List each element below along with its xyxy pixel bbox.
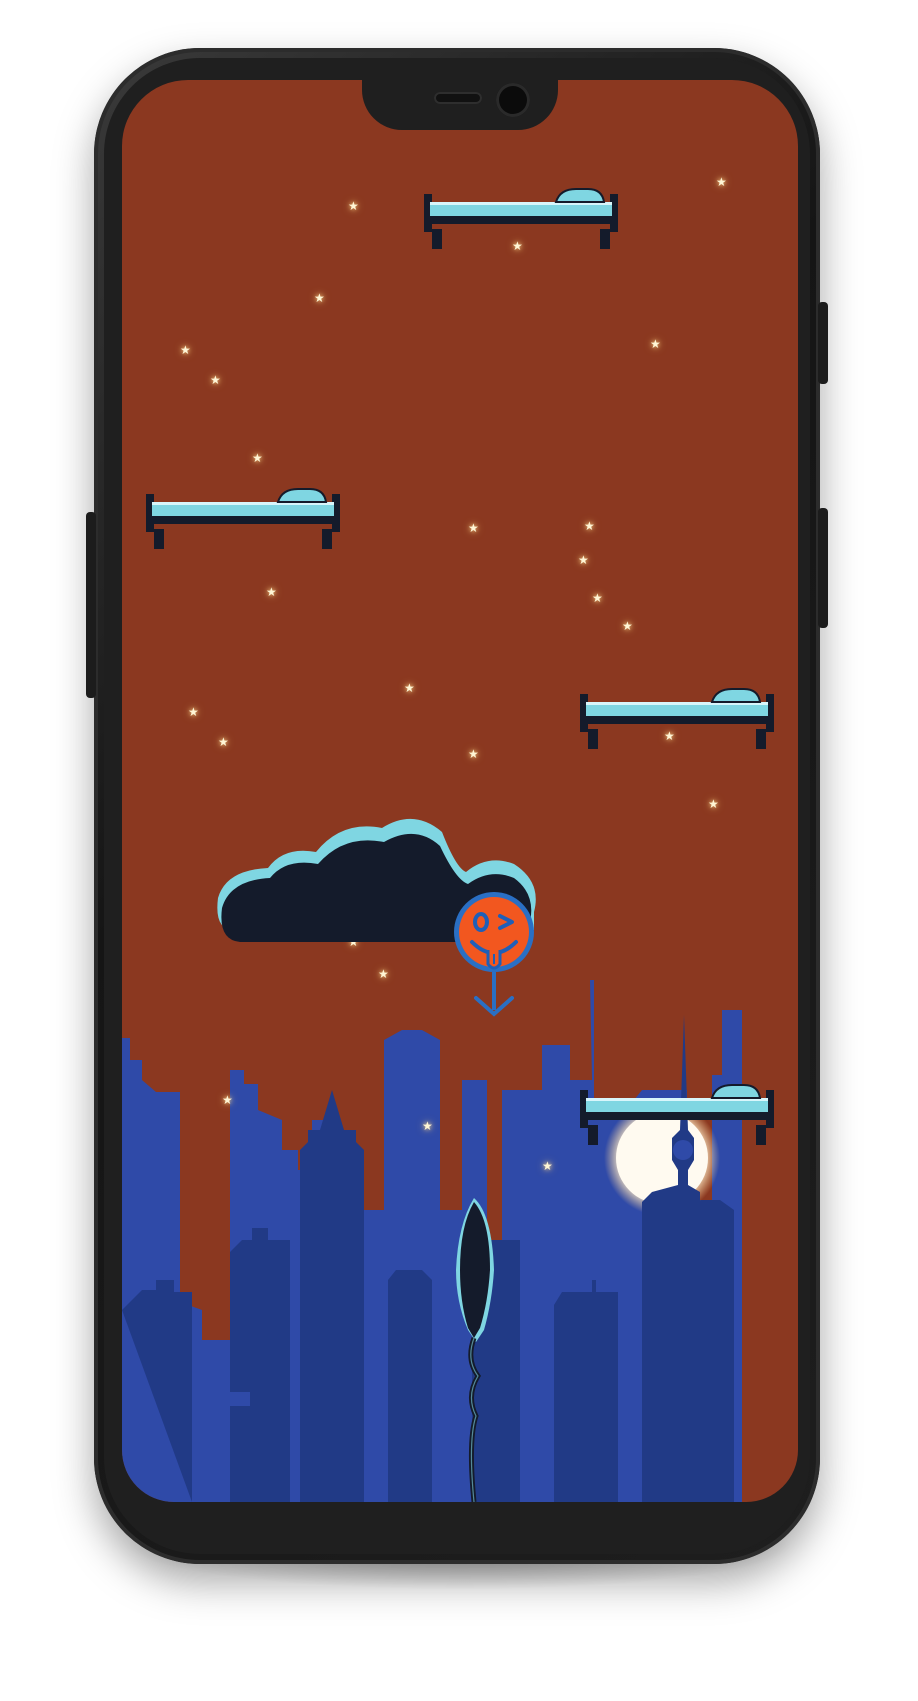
earpiece-speaker — [434, 92, 482, 104]
volume-button — [86, 512, 96, 698]
phone-chin — [122, 1502, 798, 1560]
game-screen[interactable]: ★★★★★★★★★★★★★★★★★★★★★★★★★★ — [122, 80, 798, 1502]
power-button-lower — [818, 508, 828, 628]
front-camera-icon — [496, 83, 530, 117]
dark-balloon-rocket — [456, 1198, 494, 1502]
power-button-upper — [818, 302, 828, 384]
phone-notch — [362, 80, 558, 130]
